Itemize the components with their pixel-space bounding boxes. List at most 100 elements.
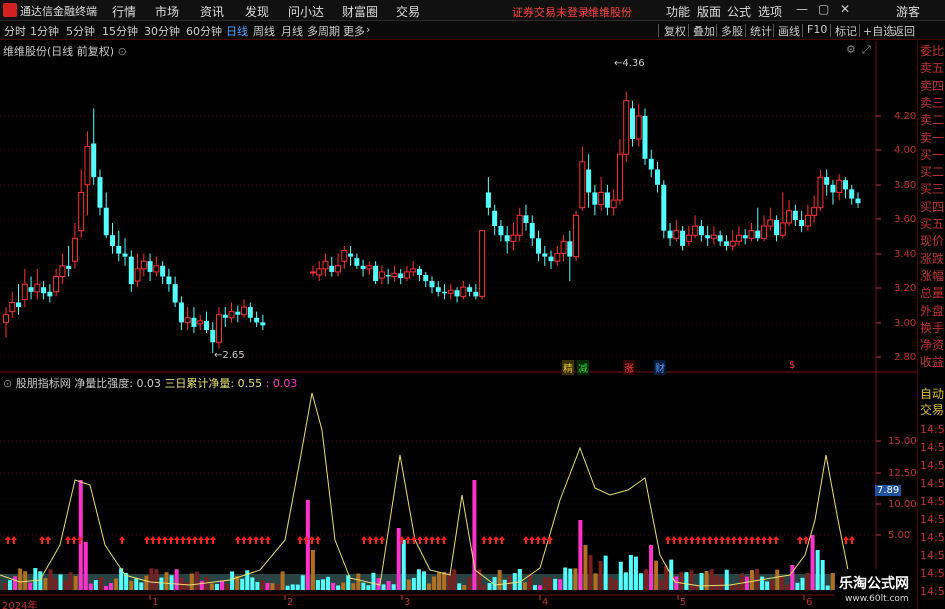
indicator-bar (527, 574, 532, 590)
candle-body (735, 234, 742, 242)
y-tick: 3.80 (894, 180, 917, 191)
quote-label: 买三 (920, 182, 945, 197)
candle-body (116, 245, 122, 254)
buy-arrow-icon (210, 536, 216, 544)
buy-arrow-icon (731, 536, 737, 544)
panel-tab[interactable]: 自动 (920, 386, 944, 402)
candle-body (91, 143, 97, 178)
indicator-bar (8, 580, 13, 590)
indicator-bar (760, 576, 765, 590)
indicator-value-1: 0.03 (136, 377, 161, 390)
candle-body (516, 214, 523, 236)
indicator-bar (159, 577, 164, 590)
indicator-bar (78, 480, 83, 590)
candle-body (53, 276, 60, 293)
indicator-bar (68, 572, 73, 590)
buy-arrow-icon (665, 536, 671, 544)
event-tag[interactable]: $ (788, 360, 796, 371)
indicator-bar (628, 555, 633, 590)
buy-arrow-icon (39, 536, 45, 544)
buy-arrow-icon (379, 536, 385, 544)
indicator-bar (659, 579, 664, 590)
indicator-bar (482, 584, 487, 590)
candle-body (792, 210, 798, 220)
indicator-bar (795, 582, 800, 590)
indicator-label-2: 三日累计净量: (164, 377, 235, 390)
indicator-bar (734, 584, 739, 590)
indicator-bar (63, 580, 68, 590)
trade-time: 14:56 (920, 441, 945, 454)
candle-body (536, 238, 541, 254)
event-tag[interactable]: 减 (577, 360, 589, 375)
candle-body (247, 307, 253, 318)
buy-arrow-icon (743, 536, 749, 544)
indicator-bar (538, 585, 543, 590)
candle-body (567, 241, 573, 257)
buy-arrow-icon (493, 536, 499, 544)
buy-arrow-icon (186, 536, 192, 544)
indicator-bar (421, 571, 426, 590)
candle-body (485, 192, 491, 208)
indicator-bar (108, 583, 113, 590)
indicator-bar (679, 572, 684, 590)
indicator-bar (33, 568, 38, 590)
candle-body (667, 230, 673, 239)
indicator-settings-icon[interactable]: ⊙ (3, 377, 12, 390)
trade-time: 14:56 (920, 585, 945, 598)
indicator-bar (396, 528, 401, 590)
candle-body (573, 214, 580, 258)
candle-body (59, 265, 66, 277)
buy-arrow-icon (541, 536, 547, 544)
indicator-bar (674, 576, 679, 590)
quote-label: 卖五 (920, 61, 945, 76)
quote-label: 委比 (920, 44, 945, 58)
candle-body (542, 253, 548, 257)
candle-body (329, 265, 335, 272)
indicator-bar (608, 577, 613, 590)
y-tick: 4.20 (894, 111, 917, 122)
buy-arrow-icon (315, 536, 321, 544)
candle-body (830, 184, 836, 193)
trade-time: 14:56 (920, 423, 945, 436)
indicator-bar (532, 585, 537, 590)
buy-arrow-icon (435, 536, 441, 544)
x-month: 4 (542, 597, 549, 608)
candle-body (3, 314, 9, 323)
candle-body (629, 108, 635, 139)
indicator-bar (98, 577, 103, 590)
quote-label: 换手 (920, 320, 945, 335)
indicator-bar (825, 585, 830, 590)
buy-arrow-icon (713, 536, 719, 544)
buy-arrow-icon (701, 536, 707, 544)
buy-arrow-icon (677, 536, 683, 544)
buy-arrow-icon (180, 536, 186, 544)
candle-body (761, 225, 768, 239)
indicator-bar (331, 582, 336, 590)
indicator-bar (800, 577, 805, 590)
candle-body (824, 177, 830, 185)
chart-canvas (0, 41, 917, 600)
candle-body (492, 210, 498, 227)
indicator-bar (472, 480, 477, 590)
candle-body (9, 301, 16, 313)
trade-time: 14:56 (920, 531, 945, 544)
candle-body (729, 240, 736, 247)
event-tag[interactable]: 涨 (623, 360, 635, 375)
buy-arrow-icon (441, 536, 447, 544)
event-tag[interactable]: 精 (562, 360, 574, 375)
candle-body (254, 317, 260, 323)
candle-body (373, 265, 379, 282)
x-month: 6 (806, 597, 813, 608)
trade-time: 14:56 (920, 477, 945, 490)
panel-tab[interactable]: 交易 (920, 402, 944, 418)
candle-body (460, 286, 467, 297)
candle-body (836, 179, 843, 193)
candle-body (71, 237, 78, 262)
indicator-name: 股朋指标网 (15, 377, 71, 390)
indicator-bar (265, 582, 270, 590)
buy-arrow-icon (65, 536, 71, 544)
indicator-bar (194, 571, 199, 590)
event-tag[interactable]: 财 (654, 360, 666, 375)
candle-body (216, 314, 222, 343)
candle-body (366, 265, 373, 270)
